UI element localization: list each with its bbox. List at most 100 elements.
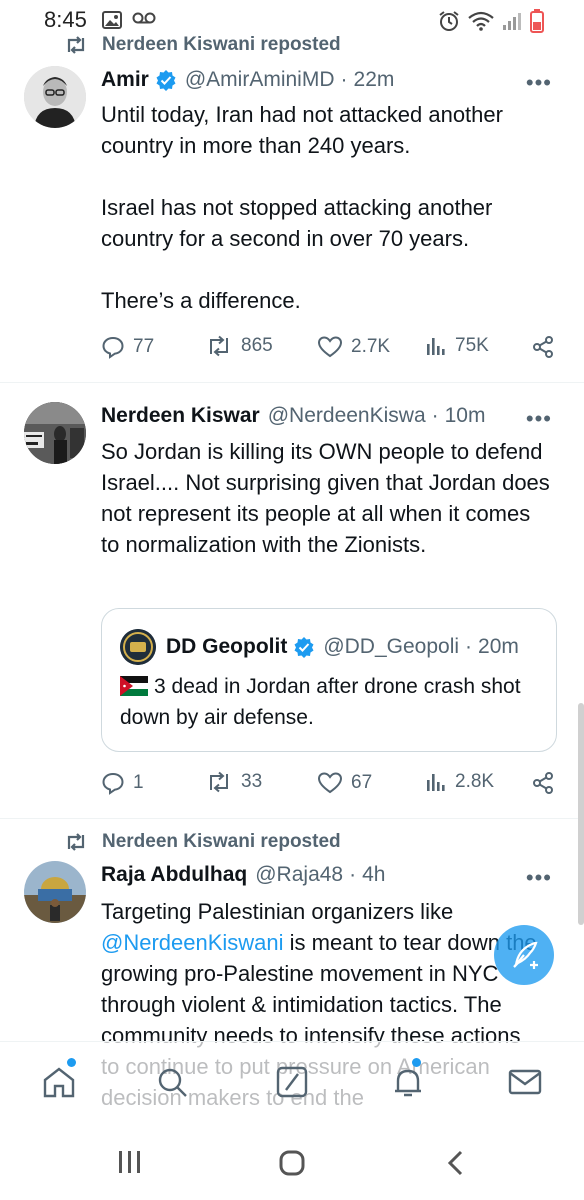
views-button[interactable]: 2.8K bbox=[425, 771, 494, 793]
status-bar: 8:45 bbox=[0, 0, 584, 38]
scrollbar[interactable] bbox=[578, 703, 584, 925]
battery-icon bbox=[530, 9, 544, 33]
like-count: 67 bbox=[351, 772, 373, 793]
quoted-tweet[interactable]: DD Geopolit @DD_Geopoli · 20m 3 dead in … bbox=[101, 608, 557, 752]
tweet-text-start: Targeting Palestinian organizers like bbox=[101, 899, 454, 924]
mention-link[interactable]: @NerdeenKiswani bbox=[101, 930, 284, 955]
voicemail-icon bbox=[132, 12, 156, 24]
wifi-icon bbox=[468, 11, 494, 31]
like-icon bbox=[317, 336, 343, 358]
verified-badge-icon bbox=[156, 70, 176, 91]
avatar[interactable] bbox=[24, 861, 86, 923]
reply-count: 1 bbox=[133, 772, 144, 793]
tweet-paragraph: There’s a difference. bbox=[101, 288, 301, 313]
views-icon bbox=[427, 774, 445, 791]
views-button[interactable]: 75K bbox=[425, 335, 489, 357]
quote-author-name: DD Geopolit bbox=[166, 635, 288, 658]
like-icon bbox=[317, 772, 343, 794]
author-name[interactable]: Raja Abdulhaq bbox=[101, 863, 247, 887]
tweet-header: Raja Abdulhaq @Raja48 · 4h bbox=[101, 863, 386, 887]
nav-messages[interactable] bbox=[507, 1064, 543, 1100]
grok-icon bbox=[276, 1066, 308, 1098]
notification-dot bbox=[412, 1058, 421, 1067]
gallery-notification-icon bbox=[102, 11, 122, 29]
like-button[interactable]: 67 bbox=[317, 771, 372, 795]
reply-icon bbox=[102, 772, 124, 795]
tweet-header: Amir @AmirAminiMD · 22m bbox=[101, 68, 395, 92]
messages-icon bbox=[508, 1069, 542, 1095]
share-icon bbox=[533, 772, 553, 794]
repost-icon bbox=[210, 335, 228, 357]
share-icon bbox=[533, 336, 553, 358]
like-count: 2.7K bbox=[351, 336, 391, 357]
avatar-photo bbox=[24, 66, 86, 128]
repost-count: 33 bbox=[241, 771, 263, 792]
home-button-icon[interactable] bbox=[278, 1149, 306, 1177]
more-icon[interactable]: ••• bbox=[526, 70, 552, 96]
quote-text: 3 dead in Jordan after drone crash shot … bbox=[120, 675, 521, 729]
author-handle[interactable]: @AmirAminiMD bbox=[185, 68, 335, 92]
tweet-paragraph: Israel has not stopped attacking another… bbox=[101, 195, 493, 251]
tweet-text: So Jordan is killing its OWN people to d… bbox=[101, 439, 550, 557]
repost-label: Nerdeen Kiswani reposted bbox=[102, 831, 341, 852]
repost-label: Nerdeen Kiswani reposted bbox=[102, 34, 341, 55]
recent-apps-icon[interactable] bbox=[116, 1149, 144, 1175]
views-count: 2.8K bbox=[455, 771, 495, 792]
home-icon bbox=[43, 1067, 75, 1098]
compose-icon bbox=[513, 941, 538, 969]
share-button[interactable] bbox=[531, 335, 555, 359]
repost-count: 865 bbox=[241, 335, 273, 356]
quote-time: 20m bbox=[478, 635, 519, 658]
tweet-actions: 77 865 2.7K 75K bbox=[101, 335, 561, 365]
notifications-icon bbox=[395, 1069, 421, 1097]
more-icon[interactable]: ••• bbox=[526, 406, 552, 432]
nav-notifications[interactable] bbox=[390, 1058, 426, 1100]
avatar[interactable] bbox=[24, 66, 86, 128]
repost-button[interactable]: 33 bbox=[205, 771, 262, 793]
verified-badge-icon bbox=[294, 637, 314, 658]
reply-count: 77 bbox=[133, 336, 155, 357]
repost-icon bbox=[210, 771, 228, 793]
tweet-time[interactable]: 4h bbox=[362, 863, 385, 887]
quote-author-handle: @DD_Geopoli bbox=[323, 635, 460, 658]
reply-button[interactable]: 1 bbox=[101, 771, 144, 795]
status-time: 8:45 bbox=[44, 7, 87, 32]
nav-grok[interactable] bbox=[274, 1064, 310, 1100]
author-handle[interactable]: @Raja48 bbox=[255, 863, 343, 887]
author-handle[interactable]: @NerdeenKiswa bbox=[268, 404, 426, 428]
views-icon bbox=[427, 338, 445, 355]
signal-icon bbox=[503, 13, 521, 30]
avatar[interactable] bbox=[24, 402, 86, 464]
quote-header: DD Geopolit @DD_Geopoli · 20m bbox=[120, 629, 519, 665]
quote-avatar bbox=[120, 629, 156, 665]
avatar-photo bbox=[24, 861, 86, 923]
share-button[interactable] bbox=[531, 771, 555, 795]
reply-button[interactable]: 77 bbox=[101, 335, 154, 359]
jordan-flag-icon bbox=[120, 676, 148, 696]
like-button[interactable]: 2.7K bbox=[317, 335, 390, 359]
tweet-text: Until today, Iran had not attacked anoth… bbox=[101, 99, 551, 316]
author-name[interactable]: Amir bbox=[101, 68, 149, 92]
back-icon[interactable] bbox=[444, 1149, 468, 1177]
repost-icon bbox=[67, 833, 85, 851]
repost-indicator[interactable]: Nerdeen Kiswani reposted bbox=[64, 831, 341, 853]
compose-button[interactable] bbox=[494, 925, 554, 985]
search-icon bbox=[158, 1068, 187, 1097]
more-icon[interactable]: ••• bbox=[526, 865, 552, 891]
tweet-header: Nerdeen Kiswar @NerdeenKiswa · 10m bbox=[101, 404, 486, 428]
avatar-photo bbox=[24, 402, 86, 464]
quote-text-block: 3 dead in Jordan after drone crash shot … bbox=[120, 671, 540, 733]
bottom-navigation bbox=[0, 1041, 584, 1121]
divider bbox=[0, 382, 584, 383]
views-count: 75K bbox=[455, 335, 489, 356]
system-navigation-bar bbox=[0, 1121, 584, 1200]
repost-indicator[interactable]: Nerdeen Kiswani reposted bbox=[64, 34, 341, 56]
tweet-paragraph: Until today, Iran had not attacked anoth… bbox=[101, 102, 503, 158]
tweet-time[interactable]: 10m bbox=[445, 404, 486, 428]
tweet-actions: 1 33 67 2.8K bbox=[101, 771, 561, 801]
tweet-time[interactable]: 22m bbox=[354, 68, 395, 92]
nav-home[interactable] bbox=[41, 1058, 77, 1100]
author-name[interactable]: Nerdeen Kiswar bbox=[101, 404, 260, 428]
repost-button[interactable]: 865 bbox=[205, 335, 273, 357]
nav-search[interactable] bbox=[154, 1064, 190, 1100]
